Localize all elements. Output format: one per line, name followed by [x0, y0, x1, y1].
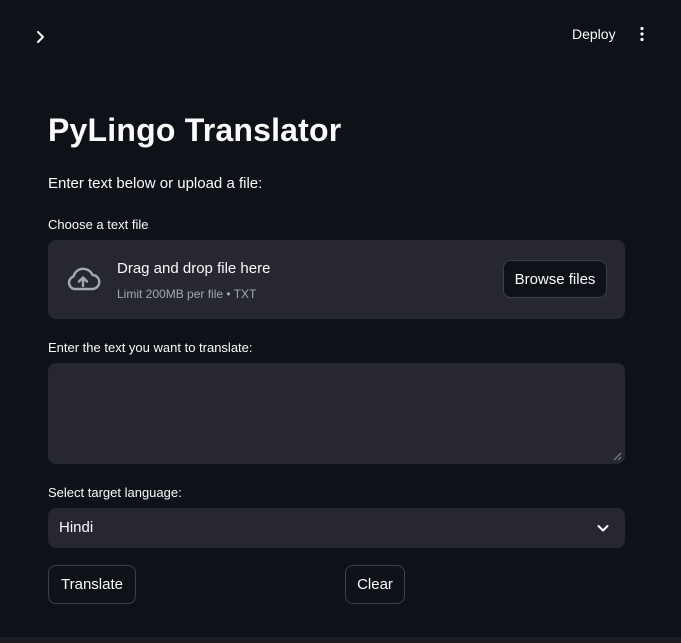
vertical-ellipsis-icon: [640, 26, 644, 42]
app-root: Deploy PyLingo Translator Enter text bel…: [0, 0, 681, 643]
resize-handle-icon[interactable]: [612, 451, 622, 461]
page-title: PyLingo Translator: [48, 112, 342, 148]
translate-text-area[interactable]: [48, 363, 625, 464]
file-dropzone[interactable]: Drag and drop file here Limit 200MB per …: [48, 240, 625, 319]
target-language-select[interactable]: Hindi: [48, 508, 625, 548]
cloud-upload-icon: [67, 267, 101, 291]
chevron-down-icon: [597, 525, 609, 532]
bottom-divider: [0, 637, 681, 643]
translate-button[interactable]: Translate: [48, 565, 136, 604]
main-menu-button[interactable]: [630, 22, 654, 46]
intro-text: Enter text below or upload a file:: [48, 175, 263, 192]
deploy-button[interactable]: Deploy: [564, 22, 624, 46]
file-uploader-label: Choose a text file: [48, 217, 149, 232]
language-select-label: Select target language:: [48, 485, 182, 500]
text-input-label: Enter the text you want to translate:: [48, 340, 253, 355]
clear-button[interactable]: Clear: [345, 565, 405, 604]
file-limit-text: Limit 200MB per file • TXT: [117, 287, 257, 301]
selected-language: Hindi: [59, 519, 94, 536]
browse-files-button[interactable]: Browse files: [503, 260, 607, 298]
sidebar-toggle-button[interactable]: [28, 26, 54, 48]
chevron-right-icon: [37, 31, 44, 43]
dropzone-instructions: Drag and drop file here: [117, 260, 271, 277]
